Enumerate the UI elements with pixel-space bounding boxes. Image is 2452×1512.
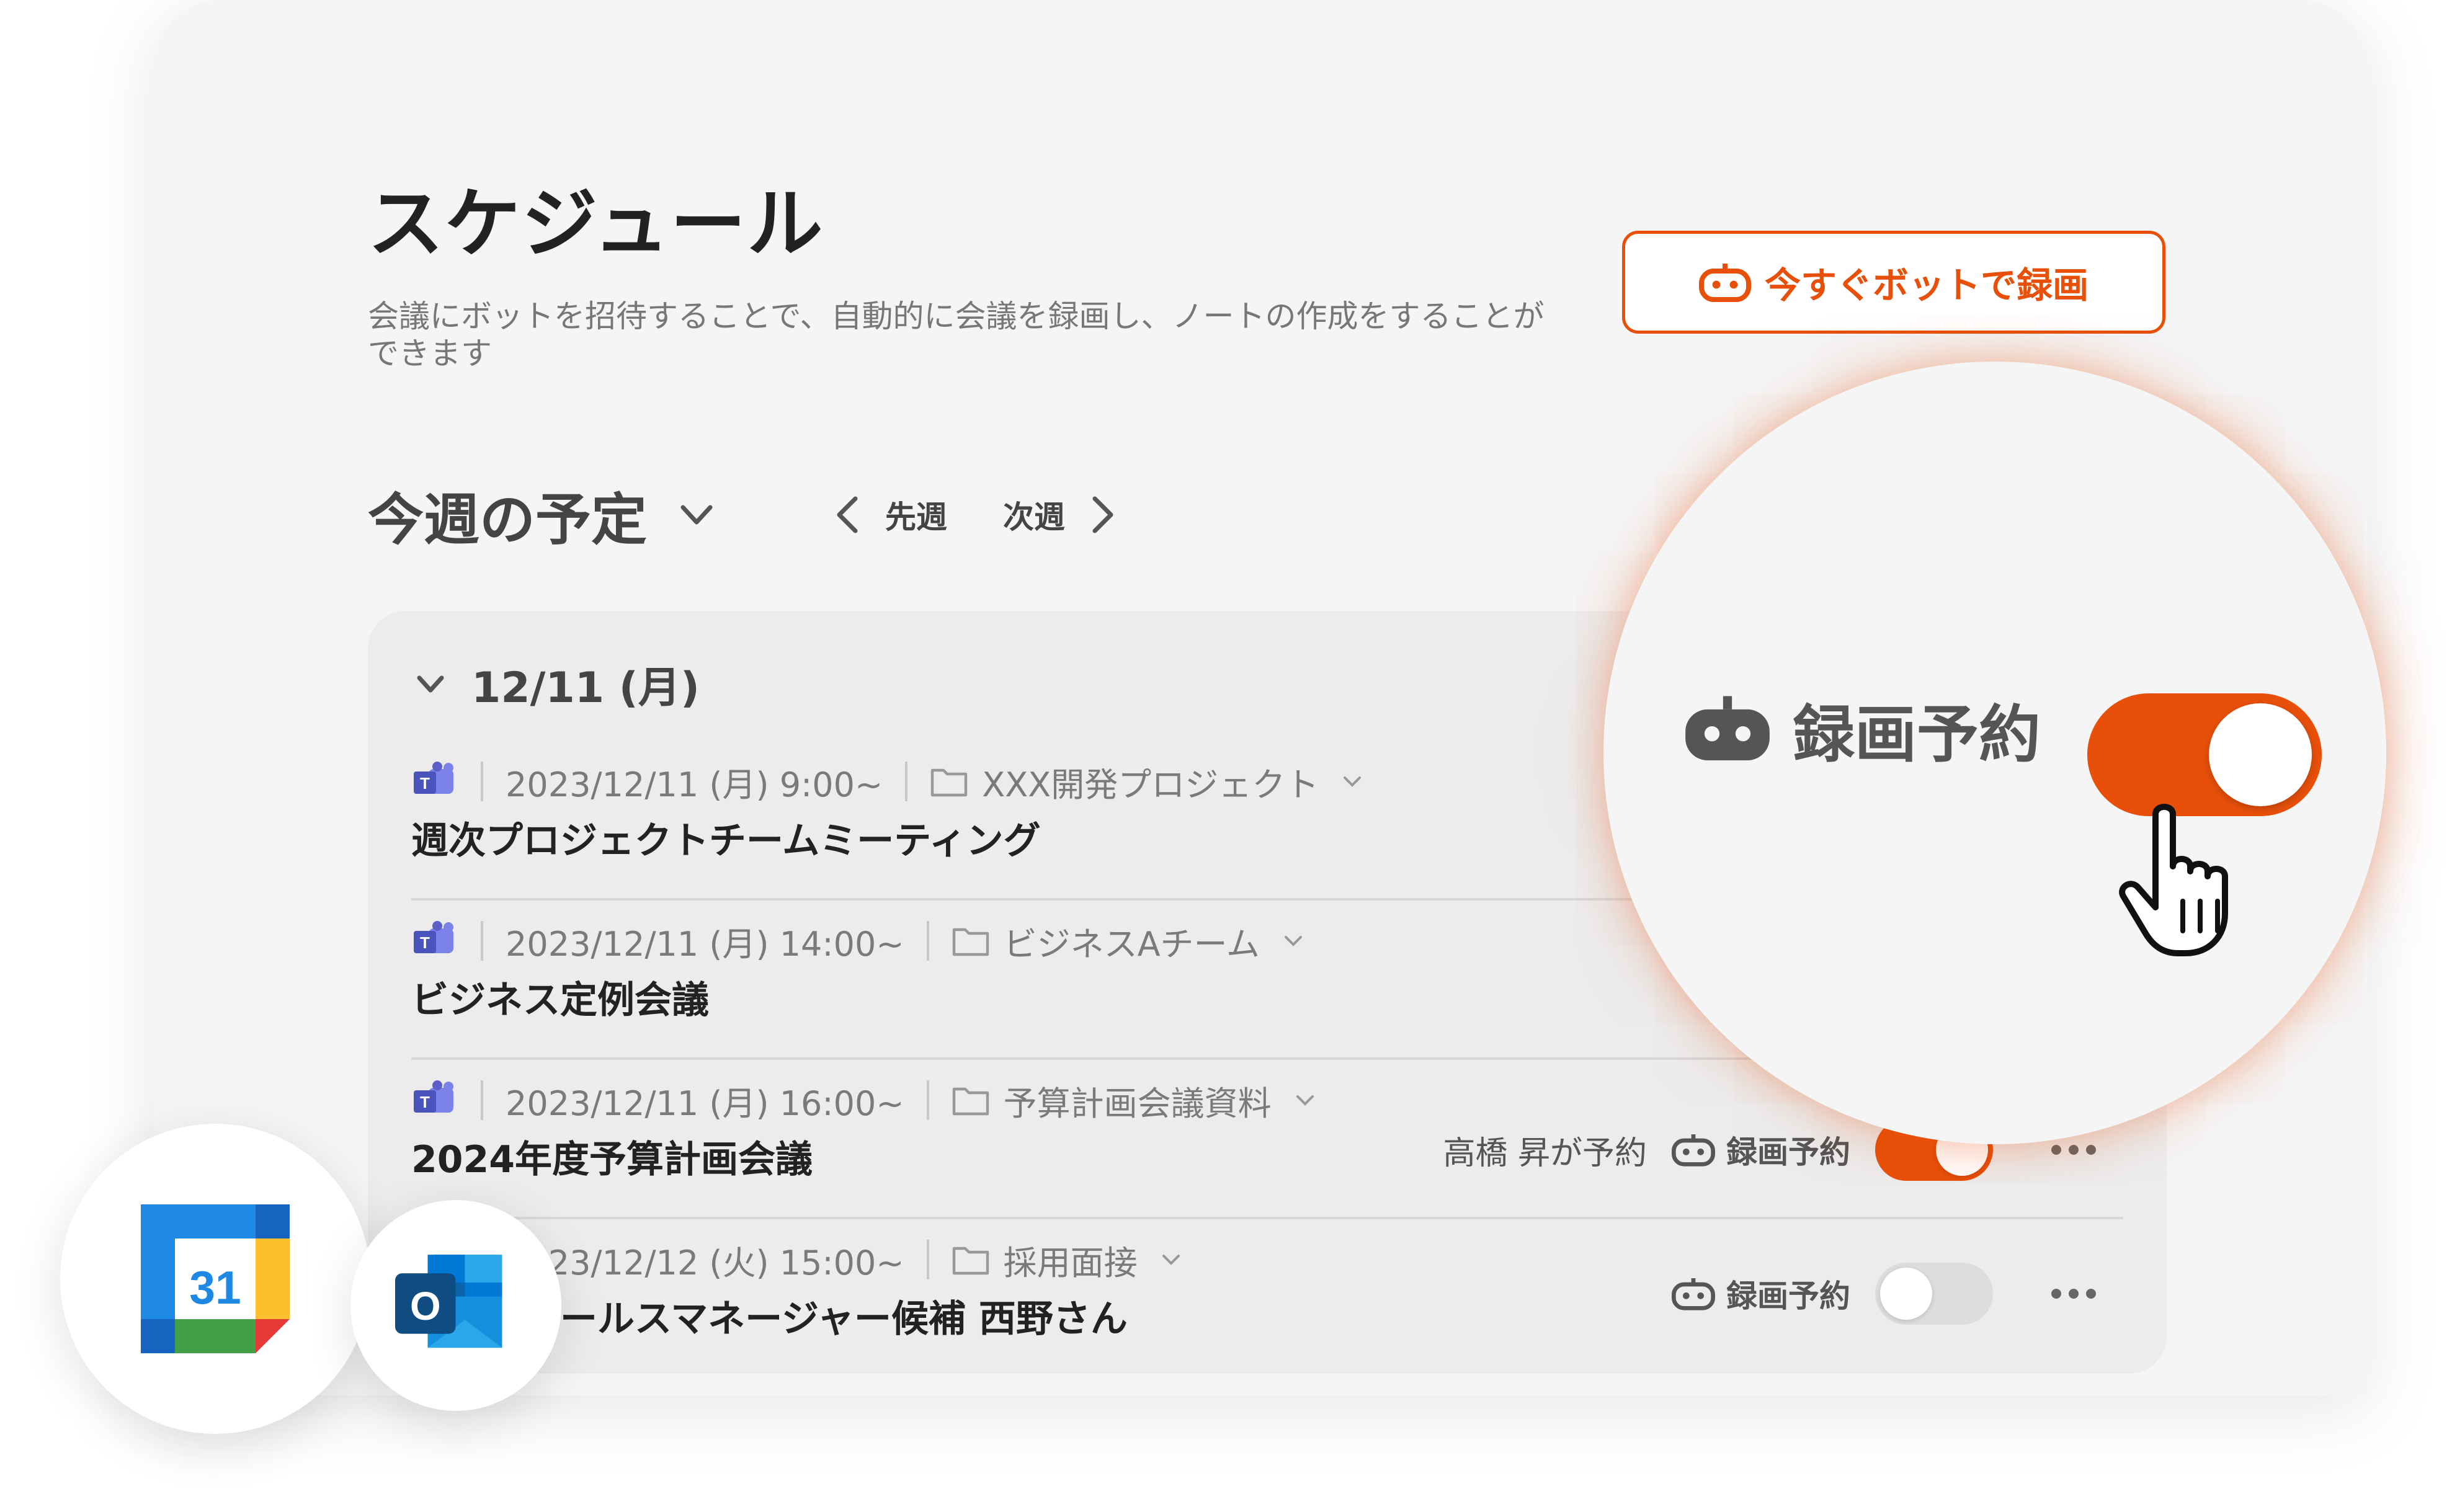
record-toggle[interactable] [1875, 1263, 1993, 1325]
separator [905, 762, 908, 801]
outlook-app: O [350, 1200, 561, 1411]
meeting-title: 2024年度予算計画会議 [411, 1138, 813, 1181]
folder-icon [931, 768, 968, 797]
chevron-down-icon [1162, 1255, 1180, 1265]
meeting-title: 週次プロジェクトチームミーティング [411, 819, 1041, 863]
meeting-datetime: 2023/12/12 (火) 15:00~ [506, 1243, 904, 1283]
folder-name: ビジネスAチーム [1003, 924, 1260, 964]
page-description: 会議にボットを招待することで、自動的に会議を録画し、ノートの作成をすることができ… [368, 298, 1545, 371]
outlook-letter: O [410, 1284, 441, 1328]
folder-name: 採用面接 [1003, 1243, 1138, 1283]
folder-selector[interactable]: 予算計画会議資料 [952, 1076, 1316, 1125]
page-title: スケジュール [368, 180, 824, 268]
outlook-icon: O [395, 1255, 502, 1348]
folder-name: XXX開発プロジェクト [982, 765, 1319, 804]
chevron-left-icon [837, 496, 858, 533]
separator [481, 1080, 483, 1120]
bot-icon [1672, 1134, 1715, 1167]
toggle-knob [1880, 1268, 1932, 1320]
record-toggle-magnified[interactable] [2087, 693, 2322, 816]
folder-icon [952, 1247, 989, 1275]
reserved-by-label: 高橋 昇が予約 [1443, 1134, 1647, 1172]
week-title: 今週の予定 [368, 487, 647, 553]
record-now-label: 今すぐボットで録画 [1764, 264, 2089, 306]
separator [926, 1080, 929, 1120]
meeting-meta: T 2023/12/11 (月) 14:00~ ビジネスAチーム [411, 913, 1304, 969]
chevron-down-icon [1344, 776, 1362, 787]
folder-selector[interactable]: XXX開発プロジェクト [930, 757, 1363, 806]
day-header[interactable]: 12/11 (月) [414, 653, 700, 714]
teams-icon: T [414, 762, 453, 794]
prev-week-label: 先週 [885, 499, 947, 535]
meeting-row[interactable]: T 2023/12/12 (火) 15:00~ 採用面接 面接：セールスマネージ… [411, 1219, 2123, 1379]
record-reserve-label: 録画予約 [1672, 1127, 1850, 1172]
day-label: 12/11 (月) [471, 664, 700, 713]
chevron-down-icon [1284, 936, 1302, 946]
meeting-title: ビジネス定例会議 [411, 979, 709, 1022]
teams-icon: T [414, 921, 453, 953]
folder-name: 予算計画会議資料 [1003, 1083, 1272, 1123]
folder-icon [952, 928, 989, 956]
next-week-label: 次週 [1003, 499, 1065, 535]
google-calendar-icon: 31 [141, 1204, 290, 1353]
meeting-meta: T 2023/12/11 (月) 9:00~ XXX開発プロジェクト [411, 754, 1363, 809]
chevron-right-icon [1092, 496, 1113, 533]
more-icon[interactable] [2049, 1284, 2098, 1303]
folder-selector[interactable]: ビジネスAチーム [952, 917, 1304, 966]
meeting-datetime: 2023/12/11 (月) 9:00~ [506, 765, 883, 804]
calendar-day-text: 31 [189, 1261, 241, 1314]
week-navigation: 今週の予定 先週 次週 [368, 478, 1117, 553]
separator [481, 762, 483, 801]
folder-selector[interactable]: 採用面接 [952, 1235, 1182, 1284]
recording-controls: 録画予約 [1672, 1263, 2098, 1325]
next-week-button[interactable]: 次週 [1003, 492, 1117, 537]
chevron-down-icon [1296, 1095, 1314, 1106]
bot-icon [1672, 1278, 1715, 1310]
teams-icon: T [414, 1080, 453, 1113]
bot-icon [1698, 264, 1751, 302]
folder-icon [952, 1087, 989, 1116]
bot-icon [1685, 695, 1770, 760]
chevron-down-icon [417, 675, 444, 692]
google-calendar-app: 31 [60, 1124, 370, 1434]
magnified-record-label: 録画予約 [1681, 684, 2041, 774]
meeting-datetime: 2023/12/11 (月) 16:00~ [506, 1083, 904, 1123]
more-icon[interactable] [2049, 1141, 2098, 1159]
toggle-knob [2209, 703, 2312, 806]
separator [926, 921, 929, 961]
meeting-datetime: 2023/12/11 (月) 14:00~ [506, 924, 904, 964]
pointer-hand-icon [2119, 804, 2228, 956]
meeting-meta: T 2023/12/11 (月) 16:00~ 予算計画会議資料 [411, 1072, 1316, 1128]
separator [481, 921, 483, 961]
svg-text:T: T [420, 774, 430, 793]
chevron-down-icon[interactable] [678, 496, 715, 533]
magnifier-callout: 録画予約 [1603, 362, 2386, 1144]
record-now-button[interactable]: 今すぐボットで録画 [1622, 231, 2165, 334]
svg-text:T: T [420, 933, 430, 952]
svg-text:T: T [420, 1093, 430, 1111]
separator [926, 1240, 929, 1279]
prev-week-button[interactable]: 先週 [833, 492, 947, 537]
record-reserve-label: 録画予約 [1672, 1271, 1850, 1316]
